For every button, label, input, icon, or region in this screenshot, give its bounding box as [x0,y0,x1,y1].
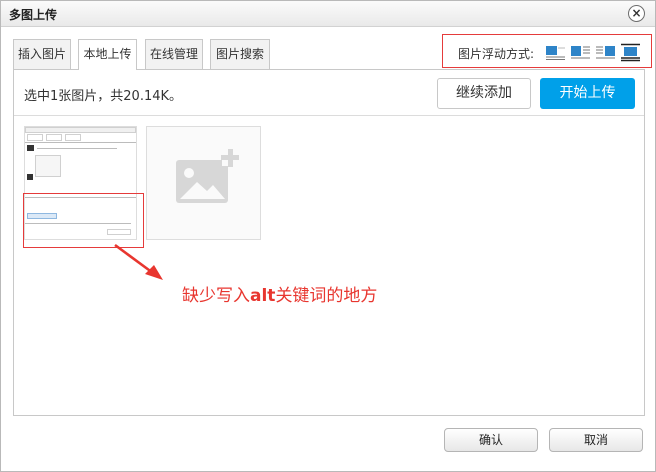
tab-insert-image[interactable]: 插入图片 [13,39,71,69]
float-right-icon[interactable] [595,42,616,62]
close-icon[interactable]: × [628,5,645,22]
selection-summary: 选中1张图片，共20.14K。 [24,89,183,104]
continue-add-button[interactable]: 继续添加 [437,78,531,109]
tab-image-search[interactable]: 图片搜索 [210,39,270,69]
annotation-note: 缺少写入alt关键词的地方 [182,281,377,306]
multi-image-upload-dialog: 多图上传 × 插入图片 本地上传 在线管理 图片搜索 图片浮动方式: 选中1张图… [0,0,656,472]
dialog-title: 多图上传 [9,8,58,22]
title-bar: 多图上传 × [1,1,655,27]
annotation-prefix: 缺少写入 [182,286,250,306]
float-mode-group: 图片浮动方式: [442,34,652,68]
float-mode-label: 图片浮动方式: [458,47,535,61]
start-upload-button[interactable]: 开始上传 [540,78,635,109]
float-center-icon[interactable] [620,42,641,62]
upload-status-bar: 选中1张图片，共20.14K。 继续添加 开始上传 [14,70,644,116]
float-left-icon[interactable] [570,42,591,62]
annotation-suffix: 关键词的地方 [275,286,378,306]
annotation-keyword: alt [250,286,276,306]
alt-missing-highlight [23,193,144,248]
image-placeholder[interactable] [146,126,261,240]
float-none-icon[interactable] [545,42,566,62]
confirm-button[interactable]: 确认 [444,428,538,452]
tab-local-upload[interactable]: 本地上传 [78,39,137,70]
annotation-arrow-icon [114,243,163,280]
tab-online-manage[interactable]: 在线管理 [145,39,203,69]
cancel-button[interactable]: 取消 [549,428,643,452]
add-image-icon [176,149,239,203]
